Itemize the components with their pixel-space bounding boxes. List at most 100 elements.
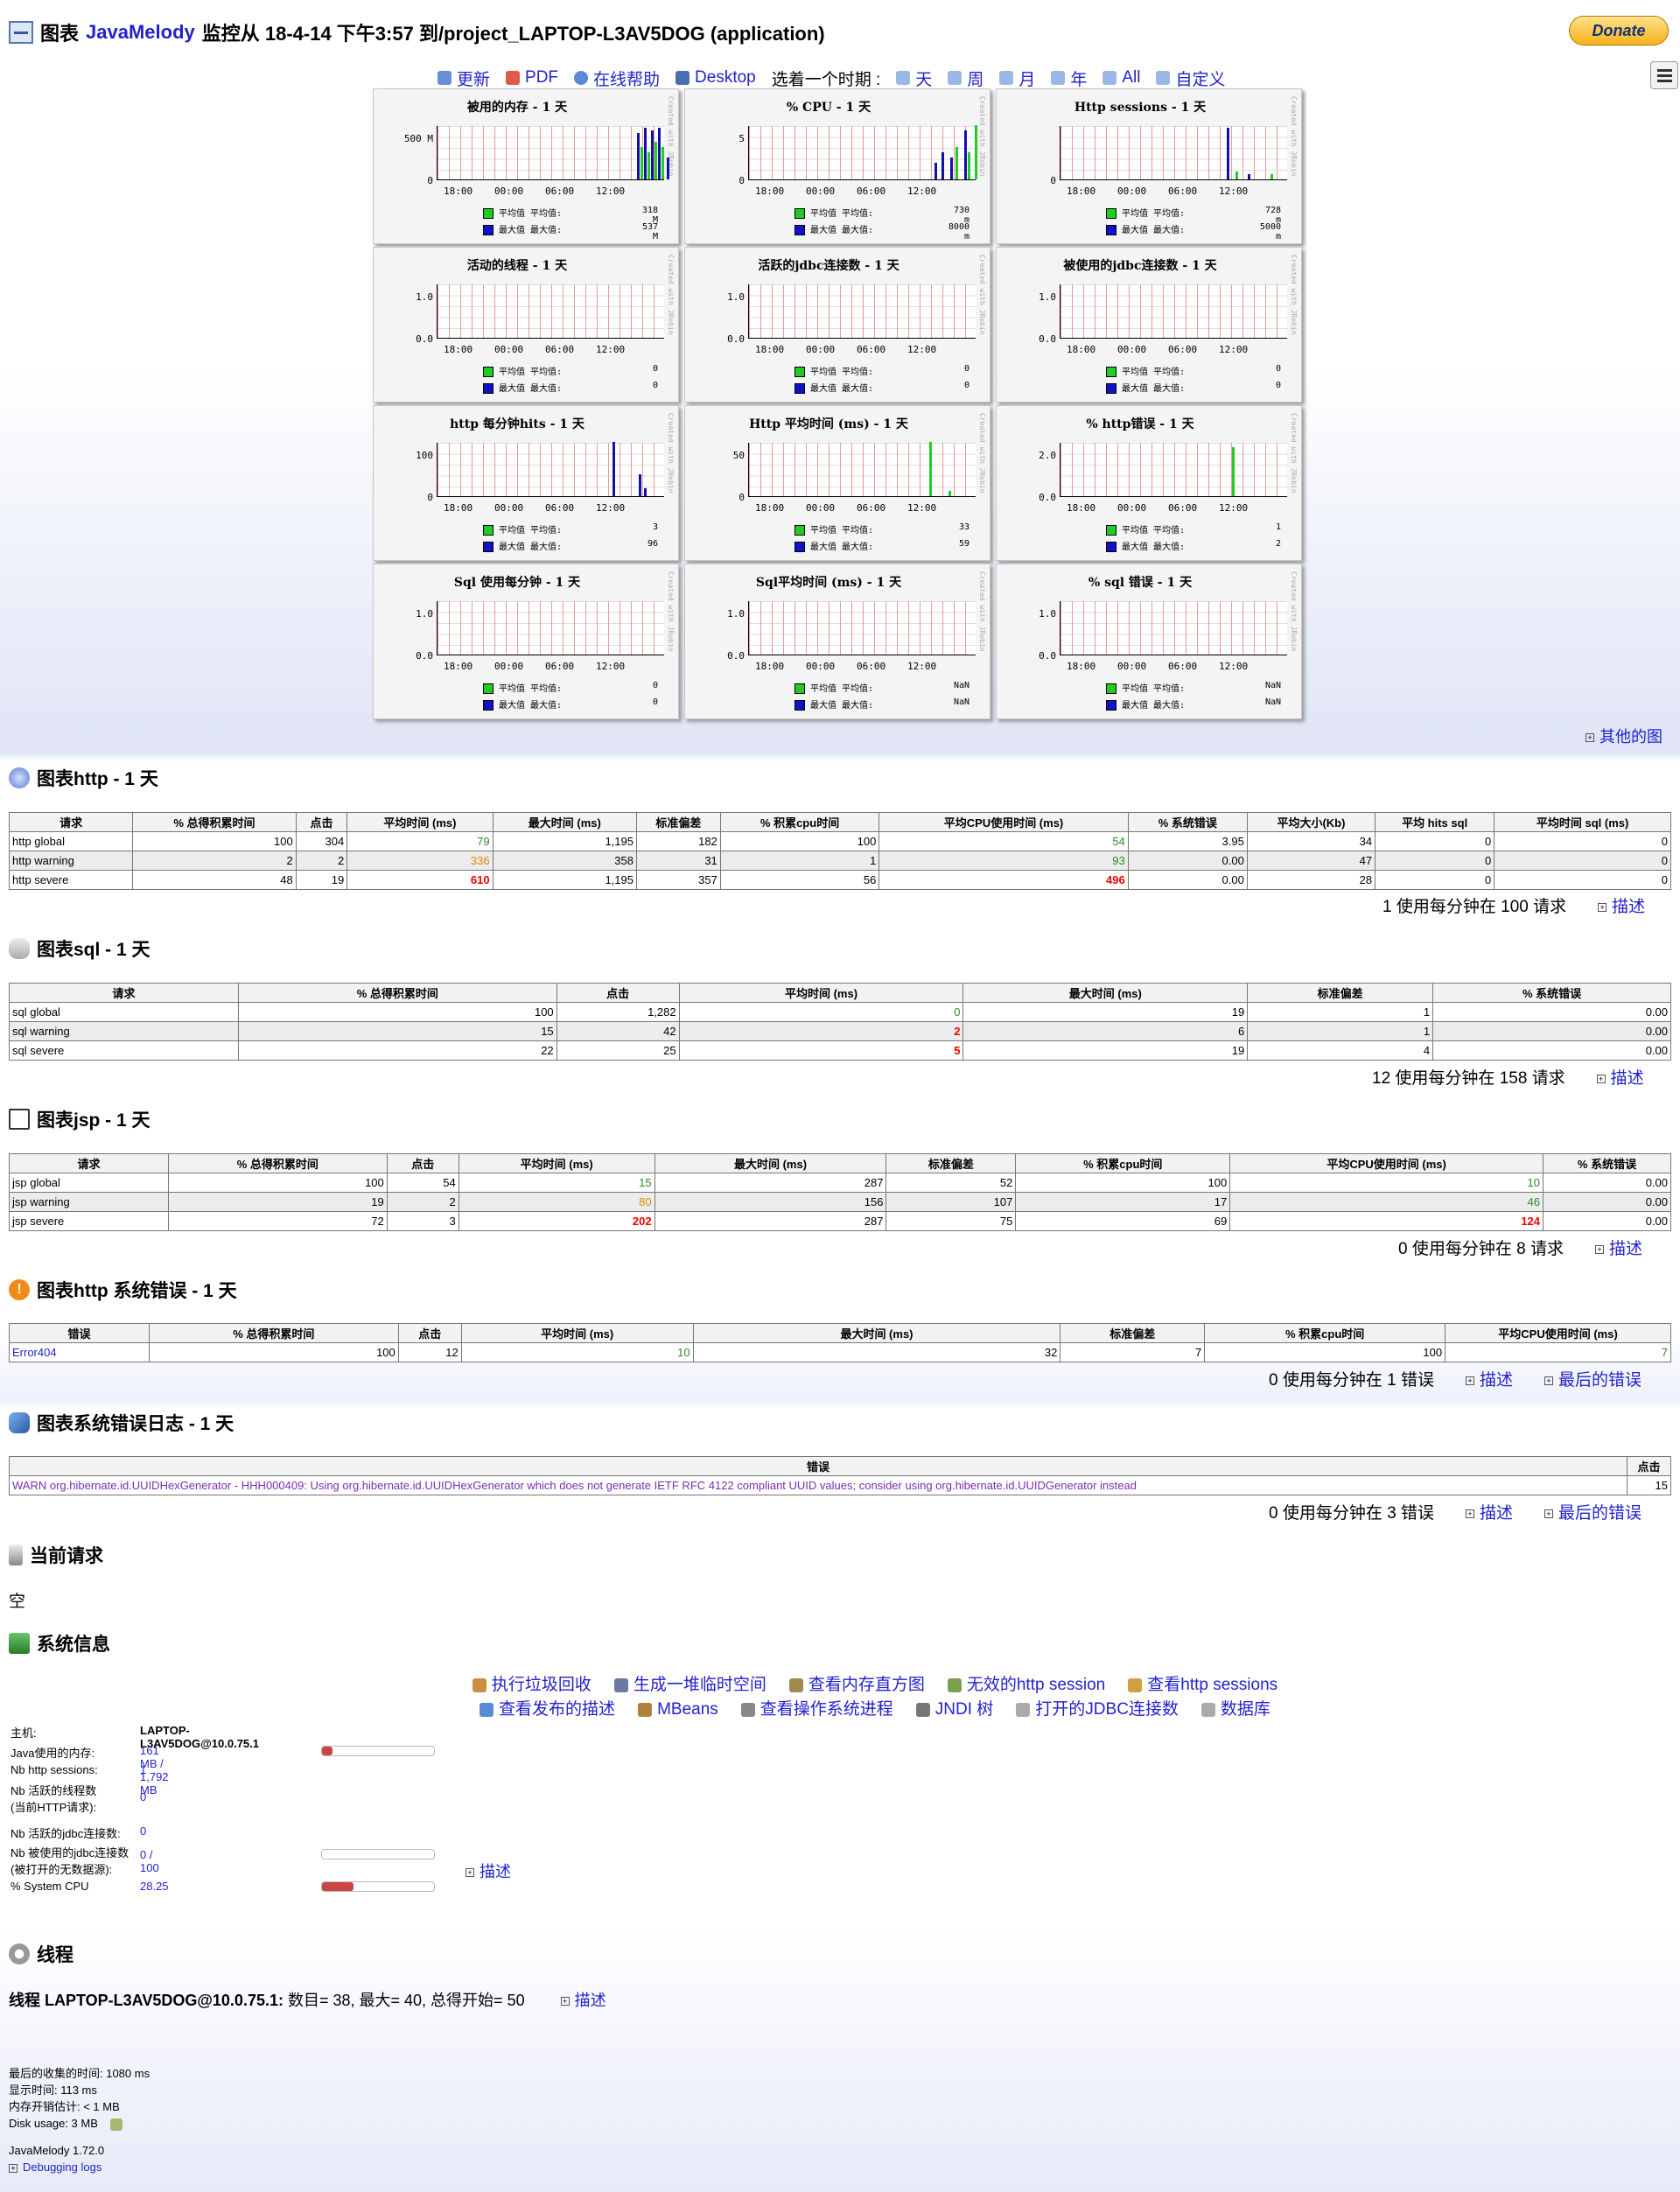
table-cell[interactable]: jsp severe	[9, 1211, 169, 1231]
chart-panel[interactable]: Http sessions - 1 天 Created with JRobin 0 1…	[996, 88, 1302, 244]
pdf-link[interactable]: PDF	[525, 68, 558, 88]
column-header[interactable]: % 系统错误	[1432, 983, 1671, 1003]
column-header[interactable]: 点击	[295, 812, 348, 832]
column-header[interactable]: 错误	[8, 1456, 1628, 1476]
log-desc-link[interactable]: 描述	[1480, 1504, 1513, 1523]
column-header[interactable]: 最大时间 (ms)	[654, 1153, 887, 1173]
table-cell[interactable]: sql warning	[9, 1021, 239, 1041]
system-action-link[interactable]: 无效的http session	[967, 1673, 1105, 1698]
chart-panel[interactable]: Http 平均时间 (ms) - 1 天 Created with JRobin 5…	[684, 405, 990, 561]
column-header[interactable]: 标准偏差	[1247, 983, 1434, 1003]
table-cell[interactable]: http severe	[8, 870, 134, 890]
errors-last-link[interactable]: 最后的错误	[1558, 1371, 1642, 1390]
column-header[interactable]: 平均 hits sql	[1375, 812, 1495, 832]
column-header[interactable]: 平均时间 (ms)	[458, 1153, 655, 1173]
column-header[interactable]: 平均CPU使用时间 (ms)	[1229, 1153, 1544, 1173]
column-header[interactable]: 错误	[9, 1323, 150, 1343]
threads-value: 0	[140, 1790, 147, 1803]
chart-panel[interactable]: 活跃的jdbc连接数 - 1 天 Created with JRobin 1.0 0.…	[684, 247, 990, 403]
column-header[interactable]: 标准偏差	[1060, 1323, 1206, 1343]
table-cell[interactable]: http global	[8, 831, 134, 851]
chart-panel[interactable]: Sql平均时间 (ms) - 1 天 Created with JRobin 1.0…	[684, 564, 990, 719]
help-link[interactable]: 在线帮助	[593, 67, 660, 90]
period-all[interactable]: All	[1122, 68, 1140, 88]
purge-icon[interactable]	[109, 2118, 122, 2131]
system-action-link[interactable]: 打开的JDBC连接数	[1035, 1698, 1179, 1722]
system-action-link[interactable]: 执行垃圾回收	[492, 1673, 592, 1698]
javamelody-link[interactable]: JavaMelody	[86, 21, 195, 44]
errors-desc-link[interactable]: 描述	[1480, 1371, 1513, 1390]
column-header[interactable]: 平均大小(Kb)	[1246, 812, 1376, 832]
column-header[interactable]: 最大时间 (ms)	[692, 1323, 1061, 1343]
system-desc-link[interactable]: 描述	[480, 1863, 511, 1880]
column-header[interactable]: % 总得积累时间	[148, 1323, 399, 1343]
column-header[interactable]: 请求	[8, 812, 134, 832]
chart-panel[interactable]: 被使用的jdbc连接数 - 1 天 Created with JRobin 1.0 0…	[996, 247, 1302, 403]
threads-desc-link[interactable]: 描述	[575, 1992, 606, 2009]
debugging-logs-link[interactable]: Debugging logs	[23, 2160, 102, 2174]
donate-button[interactable]: Donate	[1569, 16, 1669, 46]
system-action-link[interactable]: 查看操作系统进程	[760, 1698, 893, 1722]
column-header[interactable]: 请求	[9, 983, 239, 1003]
table-cell[interactable]: jsp global	[9, 1173, 169, 1193]
chart-panel[interactable]: % http错误 - 1 天 Created with JRobin 2.0 0.0 1…	[996, 405, 1302, 561]
column-header[interactable]: 平均时间 sql (ms)	[1494, 812, 1671, 832]
column-header[interactable]: 点击	[556, 983, 680, 1003]
column-header[interactable]: 点击	[386, 1153, 459, 1173]
system-action-link[interactable]: 数据库	[1221, 1698, 1270, 1722]
table-cell[interactable]: jsp warning	[9, 1192, 169, 1212]
system-action-link[interactable]: MBeans	[657, 1698, 718, 1722]
table-cell: 0	[1494, 870, 1671, 890]
chart-panel[interactable]: % sql 错误 - 1 天 Created with JRobin 1.0 0.0 1…	[996, 564, 1302, 719]
column-header[interactable]: 平均CPU使用时间 (ms)	[1445, 1323, 1671, 1343]
column-header[interactable]: 点击	[397, 1323, 462, 1343]
column-header[interactable]: % 总得积累时间	[132, 812, 297, 832]
column-header[interactable]: % 总得积累时间	[237, 983, 557, 1003]
desktop-link[interactable]: Desktop	[695, 68, 756, 88]
table-cell[interactable]: sql global	[9, 1002, 239, 1022]
table-cell[interactable]: http warning	[8, 851, 134, 871]
jsp-desc-link[interactable]: 描述	[1609, 1240, 1642, 1258]
sql-desc-link[interactable]: 描述	[1611, 1069, 1644, 1088]
column-header[interactable]: 最大时间 (ms)	[962, 983, 1249, 1003]
column-header[interactable]: 平均CPU使用时间 (ms)	[878, 812, 1129, 832]
chart-panel[interactable]: http 每分钟hits - 1 天 Created with JRobin 100…	[373, 405, 679, 561]
table-cell[interactable]: sql severe	[9, 1040, 239, 1061]
chart-panel[interactable]: 活动的线程 - 1 天 Created with JRobin 1.0 0.0 18:0…	[373, 247, 679, 403]
column-header[interactable]: 点击	[1627, 1456, 1671, 1476]
system-action-link[interactable]: 查看http sessions	[1147, 1673, 1278, 1698]
period-day[interactable]: 天	[915, 67, 932, 90]
http-desc-link[interactable]: 描述	[1612, 898, 1645, 916]
chart-panel[interactable]: Sql 使用每分钟 - 1 天 Created with JRobin 1.0 0.0…	[373, 564, 679, 719]
column-header[interactable]: 平均时间 (ms)	[346, 812, 494, 832]
table-cell[interactable]: WARN org.hibernate.id.UUIDHexGenerator -…	[8, 1475, 1628, 1495]
column-header[interactable]: % 积累cpu时间	[1015, 1153, 1231, 1173]
log-last-link[interactable]: 最后的错误	[1558, 1504, 1642, 1523]
chart-panel[interactable]: % CPU - 1 天 Created with JRobin 5 0 18:00 00:…	[684, 88, 990, 244]
period-custom[interactable]: 自定义	[1175, 67, 1225, 90]
system-action-link[interactable]: 查看发布的描述	[499, 1698, 615, 1722]
system-action-link[interactable]: 查看内存直方图	[808, 1673, 925, 1698]
menu-icon[interactable]	[1650, 61, 1678, 89]
column-header[interactable]: % 系统错误	[1543, 1153, 1671, 1173]
column-header[interactable]: 标准偏差	[886, 1153, 1017, 1173]
refresh-link[interactable]: 更新	[457, 67, 490, 90]
column-header[interactable]: % 系统错误	[1127, 812, 1248, 832]
column-header[interactable]: 标准偏差	[636, 812, 721, 832]
column-header[interactable]: 平均时间 (ms)	[678, 983, 964, 1003]
period-month[interactable]: 月	[1018, 67, 1035, 90]
period-week[interactable]: 周	[967, 67, 984, 90]
column-header[interactable]: 平均时间 (ms)	[460, 1323, 694, 1343]
table-cell[interactable]: Error404	[9, 1342, 150, 1362]
chart-panel[interactable]: 被用的内存 - 1 天 Created with JRobin 500 M 0 18:0…	[373, 88, 679, 244]
column-header[interactable]: % 积累cpu时间	[1204, 1323, 1446, 1343]
column-header[interactable]: % 总得积累时间	[167, 1153, 388, 1173]
period-nav: 更新 PDF 在线帮助 Desktop 选着一个时期 : 天 周 月 年 All…	[438, 67, 1226, 89]
column-header[interactable]: 最大时间 (ms)	[492, 812, 638, 832]
column-header[interactable]: 请求	[9, 1153, 169, 1173]
period-year[interactable]: 年	[1070, 67, 1087, 90]
other-charts-link[interactable]: 其他的图	[1600, 728, 1662, 746]
system-action-link[interactable]: JNDI 树	[935, 1698, 994, 1722]
system-action-link[interactable]: 生成一堆临时空间	[634, 1673, 766, 1698]
column-header[interactable]: % 积累cpu时间	[719, 812, 880, 832]
